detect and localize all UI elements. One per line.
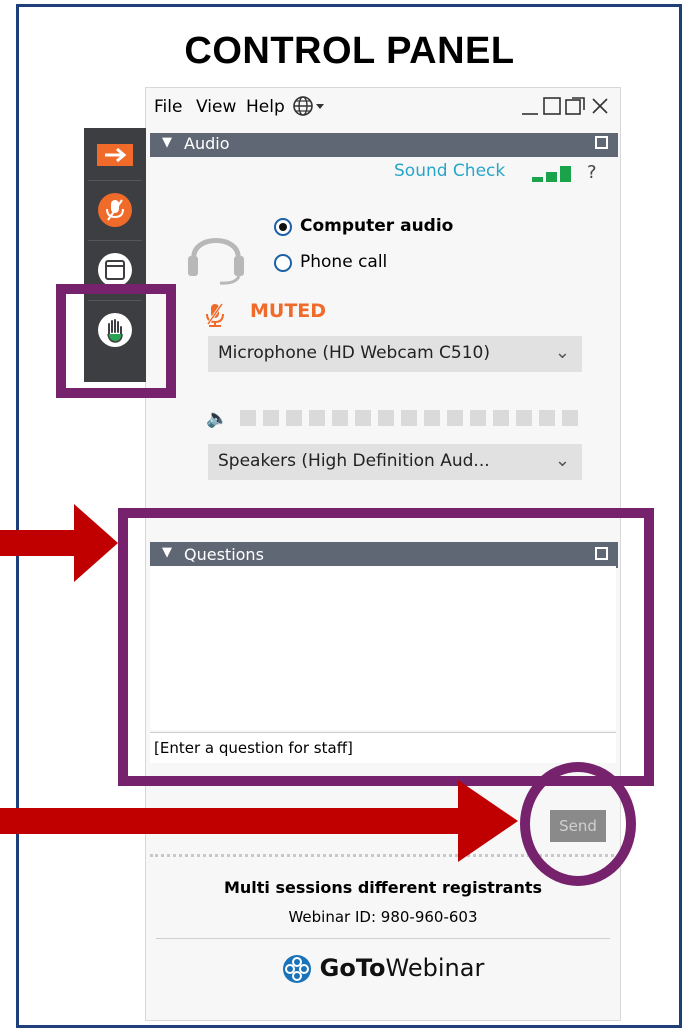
arrow-to-send bbox=[0, 780, 518, 862]
arrow-to-questions bbox=[0, 504, 118, 582]
arrow-annotations bbox=[0, 504, 518, 862]
